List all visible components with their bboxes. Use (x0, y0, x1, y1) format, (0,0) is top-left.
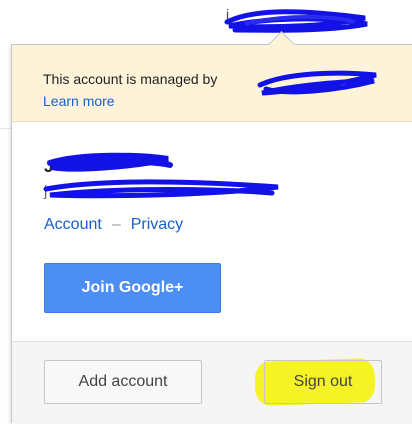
redaction-scribble (257, 70, 377, 96)
add-account-button[interactable]: Add account (44, 360, 202, 404)
account-links: Account – Privacy (44, 216, 183, 234)
privacy-link[interactable]: Privacy (131, 216, 183, 233)
redaction-scribble (224, 9, 368, 33)
notice-text: This account is managed by (43, 71, 218, 87)
popup-footer: Add account Sign out (12, 341, 412, 424)
learn-more-link[interactable]: Learn more (43, 93, 115, 109)
join-google-plus-button[interactable]: Join Google+ (44, 263, 221, 313)
sign-out-button[interactable]: Sign out (264, 360, 382, 404)
account-link[interactable]: Account (44, 216, 102, 233)
redaction-scribble (43, 152, 279, 199)
link-separator: – (111, 216, 121, 233)
managed-account-notice: This account is managed by Learn more (12, 45, 412, 122)
account-popup: This account is managed by Learn more J … (11, 31, 412, 424)
